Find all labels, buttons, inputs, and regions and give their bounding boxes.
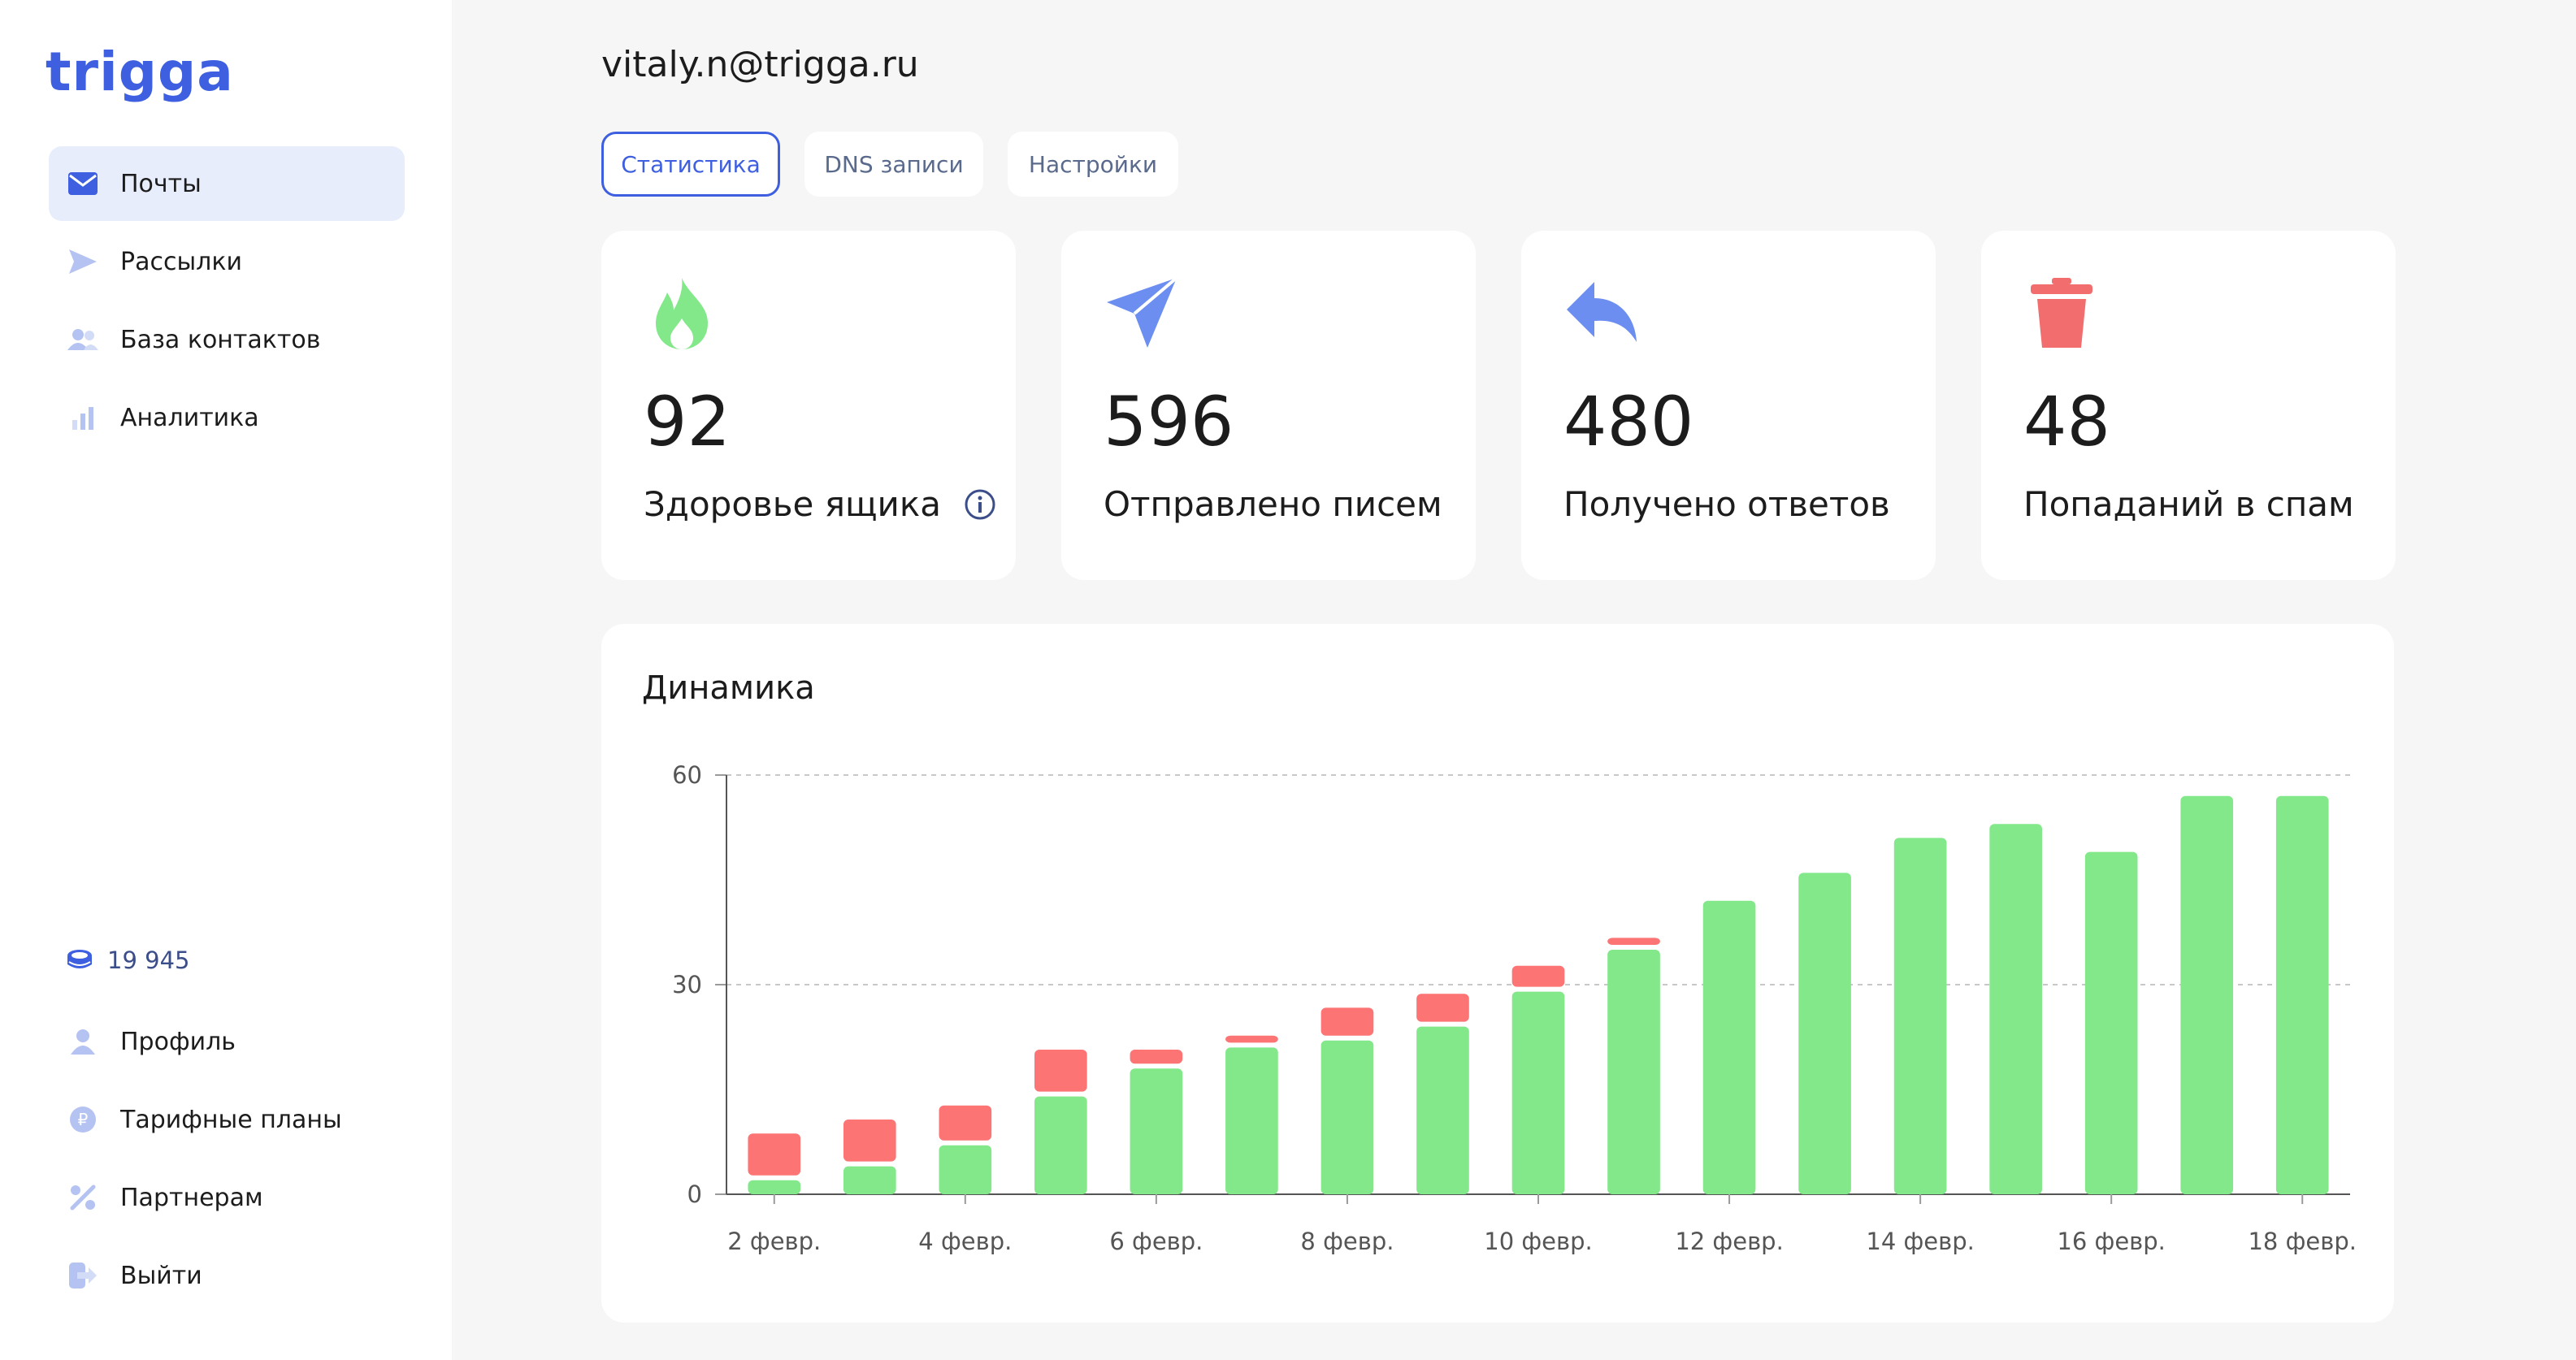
x-tick-label: 18 февр.	[2248, 1228, 2356, 1255]
x-tick-label: 8 февр.	[1300, 1228, 1394, 1255]
sidebar: trigga Почты Рассылки База контактов Ана…	[0, 0, 452, 1360]
send-icon	[67, 245, 99, 278]
bar-spam	[1511, 965, 1565, 987]
stat-card-health: 92 Здоровье ящика	[601, 231, 1016, 580]
sidebar-item-label: Выйти	[120, 1261, 202, 1290]
percent-icon	[67, 1181, 99, 1214]
sidebar-item-analytics[interactable]: Аналитика	[49, 380, 405, 455]
paper-plane-icon	[1105, 276, 1178, 349]
x-tick-label: 4 февр.	[918, 1228, 1012, 1255]
logout-icon	[67, 1259, 99, 1292]
sidebar-item-label: Партнерам	[120, 1183, 263, 1212]
ruble-icon: ₽	[67, 1103, 99, 1136]
sidebar-item-label: Почты	[120, 169, 202, 198]
x-tick-label: 14 февр.	[1866, 1228, 1974, 1255]
tab-dns-records[interactable]: DNS записи	[804, 132, 983, 197]
reply-icon	[1565, 276, 1638, 349]
stat-label: Здоровье ящика	[644, 484, 941, 524]
stat-card-sent: 596 Отправлено писем	[1061, 231, 1476, 580]
sidebar-item-logout[interactable]: Выйти	[49, 1238, 405, 1313]
bar-delivered	[1416, 1026, 1469, 1194]
bar-spam	[1321, 1007, 1374, 1036]
stat-value: 596	[1104, 382, 1234, 461]
bar-spam	[843, 1120, 896, 1162]
dynamics-chart: 0 30 60 2 февр. 4 февр. 6 февр. 8 февр. 10 февр…	[672, 761, 2357, 1255]
sidebar-item-plans[interactable]: ₽ Тарифные планы	[49, 1082, 405, 1157]
bar-delivered	[1130, 1068, 1183, 1194]
bar-spam	[1416, 994, 1469, 1022]
bar-delivered	[1321, 1040, 1374, 1194]
fire-icon	[645, 276, 718, 349]
tab-statistics[interactable]: Статистика	[601, 132, 780, 197]
stat-label: Отправлено писем	[1104, 484, 1442, 524]
bar-delivered	[1034, 1096, 1087, 1194]
bar-delivered	[1607, 950, 1660, 1194]
bar-delivered	[2275, 795, 2329, 1194]
bar-spam	[1225, 1035, 1278, 1043]
sidebar-item-partners[interactable]: Партнерам	[49, 1160, 405, 1235]
bar-delivered	[1798, 873, 1851, 1194]
sidebar-item-label: База контактов	[120, 325, 321, 354]
bar-delivered	[748, 1180, 801, 1194]
analytics-icon	[67, 401, 99, 434]
chart-card: Динамика 0 30 60 2 февр. 4 февр. 6 февр. 8 фев…	[601, 624, 2394, 1323]
sidebar-item-mailings[interactable]: Рассылки	[49, 224, 405, 299]
bar-delivered	[2084, 851, 2138, 1194]
bar-spam	[1034, 1050, 1087, 1092]
stat-card-replies: 480 Получено ответов	[1521, 231, 1936, 580]
y-tick-label: 30	[672, 971, 702, 998]
tab-settings[interactable]: Настройки	[1008, 132, 1178, 197]
bar-spam	[748, 1133, 801, 1176]
coins-icon	[65, 946, 94, 975]
sidebar-item-contacts[interactable]: База контактов	[49, 302, 405, 377]
bar-delivered	[1702, 900, 1756, 1194]
stat-label: Попаданий в спам	[2023, 484, 2354, 524]
stat-value: 480	[1563, 382, 1694, 461]
bar-spam	[939, 1105, 992, 1141]
sidebar-item-mail[interactable]: Почты	[49, 146, 405, 221]
stat-value: 92	[644, 382, 731, 461]
bar-delivered	[2180, 795, 2234, 1194]
logo[interactable]: trigga	[46, 41, 234, 103]
sidebar-item-label: Рассылки	[120, 247, 242, 276]
bar-delivered	[1893, 838, 1947, 1194]
contacts-icon	[67, 323, 99, 356]
bar-delivered	[843, 1166, 896, 1194]
mailbox-email: vitaly.n@trigga.ru	[601, 44, 919, 85]
bar-spam	[1607, 938, 1660, 945]
balance-value: 19 945	[107, 946, 190, 974]
stat-label: Получено ответов	[1563, 484, 1890, 524]
x-tick-label: 6 февр.	[1109, 1228, 1203, 1255]
x-tick-label: 12 февр.	[1675, 1228, 1783, 1255]
bar-delivered	[939, 1145, 992, 1194]
profile-icon	[67, 1025, 99, 1058]
x-tick-label: 16 февр.	[2057, 1228, 2165, 1255]
stat-card-spam: 48 Попаданий в спам	[1981, 231, 2396, 580]
mail-icon	[67, 167, 99, 200]
x-tick-label: 10 февр.	[1484, 1228, 1592, 1255]
bar-delivered	[1511, 991, 1565, 1194]
stat-value: 48	[2023, 382, 2110, 461]
trash-icon	[2025, 276, 2098, 349]
svg-text:₽: ₽	[78, 1110, 89, 1129]
bar-spam	[1130, 1050, 1183, 1064]
sidebar-item-label: Профиль	[120, 1027, 236, 1056]
sidebar-item-label: Тарифные планы	[120, 1105, 342, 1134]
x-tick-label: 2 февр.	[727, 1228, 821, 1255]
info-icon[interactable]	[964, 488, 996, 521]
bar-delivered	[1989, 824, 2042, 1194]
stat-label-row: Здоровье ящика	[644, 484, 996, 524]
sidebar-item-label: Аналитика	[120, 403, 259, 432]
y-tick-label: 60	[672, 761, 702, 789]
bar-delivered	[1225, 1047, 1278, 1194]
sidebar-item-profile[interactable]: Профиль	[49, 1004, 405, 1079]
balance: 19 945	[65, 946, 189, 975]
y-tick-label: 0	[687, 1180, 702, 1208]
